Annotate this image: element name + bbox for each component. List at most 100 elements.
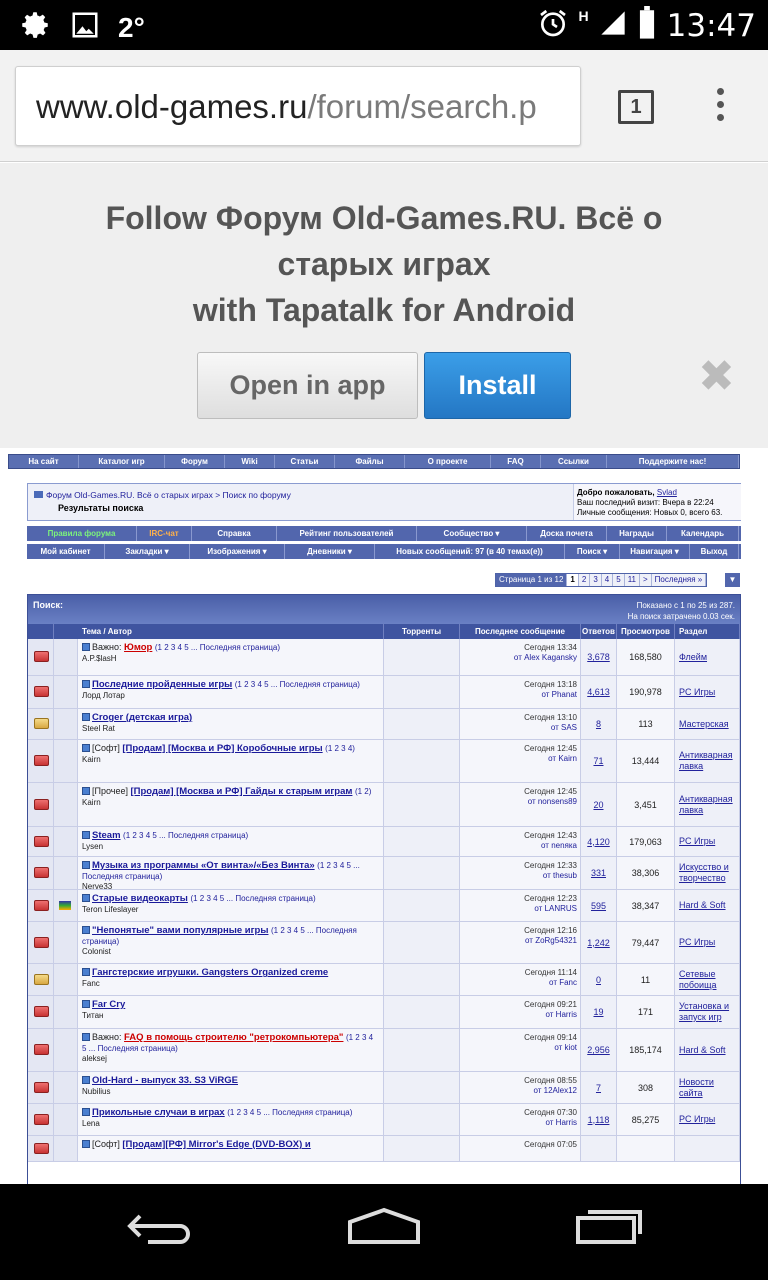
user-nav-item-3[interactable]: Дневники ▾ bbox=[285, 544, 375, 559]
thread-pages[interactable]: (1 2 3 4 5 ... Последняя страница) bbox=[235, 680, 360, 689]
topnav-item-0[interactable]: На сайт bbox=[9, 455, 79, 468]
replies-link[interactable]: 20 bbox=[581, 783, 617, 826]
thread-pages[interactable]: (1 2) bbox=[355, 787, 371, 796]
replies-link[interactable]: 71 bbox=[581, 740, 617, 782]
thread-title-link[interactable]: Croger (детская игра) bbox=[92, 712, 192, 723]
topnav-item-3[interactable]: Wiki bbox=[225, 455, 275, 468]
user-nav-item-1[interactable]: Закладки ▾ bbox=[105, 544, 190, 559]
thread-pages[interactable]: (1 2 3 4 5 ... Последняя страница) bbox=[227, 1108, 352, 1117]
pager-page[interactable]: 4 bbox=[601, 574, 614, 586]
thread-pages[interactable]: (1 2 3 4 5 ... Последняя страница) bbox=[155, 643, 280, 652]
section-link[interactable]: Мастерская bbox=[675, 709, 740, 739]
last-poster-link[interactable]: от Kairn bbox=[460, 754, 577, 764]
thread-title-link[interactable]: Old-Hard - выпуск 33. S3 ViRGE bbox=[92, 1075, 238, 1086]
section-link[interactable]: Установка и запуск игр bbox=[675, 996, 740, 1028]
replies-link[interactable]: 595 bbox=[581, 890, 617, 921]
thread-title-link[interactable]: Старые видеокарты bbox=[92, 893, 188, 904]
section-link[interactable]: Hard & Soft bbox=[675, 890, 740, 921]
forum-nav-item-7[interactable]: Календарь bbox=[667, 526, 739, 541]
thread-author[interactable]: Kairn bbox=[82, 755, 379, 764]
tab-switcher-button[interactable]: 1 bbox=[618, 90, 654, 124]
topnav-item-6[interactable]: О проекте bbox=[405, 455, 491, 468]
thread-title-link[interactable]: [Продам][РФ] Mirror's Edge (DVD-BOX) и bbox=[122, 1139, 310, 1150]
replies-link[interactable]: 2,956 bbox=[581, 1029, 617, 1071]
pager-page[interactable]: 3 bbox=[590, 574, 602, 586]
url-bar[interactable]: www.old-games.ru/forum/search.p bbox=[15, 66, 581, 146]
pager-page[interactable]: Последняя » bbox=[651, 574, 707, 586]
user-nav-item-5[interactable]: Поиск ▾ bbox=[565, 544, 620, 559]
last-poster-link[interactable]: от Harris bbox=[460, 1010, 578, 1020]
thread-title-link[interactable]: Прикольные случаи в играх bbox=[92, 1107, 225, 1118]
replies-link[interactable] bbox=[581, 1136, 617, 1161]
recent-apps-icon[interactable] bbox=[574, 1206, 646, 1251]
thread-pages[interactable]: (1 2 3 4) bbox=[325, 744, 355, 753]
section-link[interactable]: PC Игры bbox=[675, 922, 740, 963]
thread-author[interactable]: Титан bbox=[82, 1011, 379, 1020]
last-poster-link[interactable]: от nenяка bbox=[460, 841, 577, 851]
last-poster-link[interactable]: от Fanc bbox=[460, 978, 577, 988]
forum-nav-item-3[interactable]: Рейтинг пользователей bbox=[277, 526, 417, 541]
pager-page[interactable]: 5 bbox=[613, 574, 625, 586]
last-poster-link[interactable]: от Phanat bbox=[460, 690, 577, 700]
user-nav-item-7[interactable]: Выход bbox=[690, 544, 739, 559]
section-link[interactable]: Антикварная лавка bbox=[675, 783, 740, 826]
thread-author[interactable]: Teron Lifeslayer bbox=[82, 905, 379, 914]
thread-title-link[interactable]: Гангстерские игрушки. Gangsters Organize… bbox=[92, 967, 328, 978]
last-poster-link[interactable]: от SAS bbox=[460, 723, 577, 733]
thread-author[interactable]: Fanc bbox=[82, 979, 379, 988]
thread-author[interactable]: Лорд Лотар bbox=[82, 691, 379, 700]
thread-title-link[interactable]: Музыка из программы «От винта»/«Без Винт… bbox=[92, 860, 315, 871]
last-poster-link[interactable]: от Harris bbox=[460, 1118, 578, 1128]
replies-link[interactable]: 19 bbox=[581, 996, 617, 1028]
user-nav-item-6[interactable]: Навигация ▾ bbox=[620, 544, 690, 559]
section-link[interactable] bbox=[675, 1136, 740, 1161]
section-link[interactable]: Антикварная лавка bbox=[675, 740, 740, 782]
breadcrumb[interactable]: Форум Old-Games.RU. Всё о старых играх >… bbox=[34, 490, 291, 500]
thread-author[interactable]: aleksej bbox=[82, 1054, 379, 1063]
last-poster-link[interactable]: от nonsens89 bbox=[460, 797, 577, 807]
topnav-item-1[interactable]: Каталог игр bbox=[79, 455, 165, 468]
forum-nav-item-6[interactable]: Награды bbox=[607, 526, 667, 541]
last-poster-link[interactable]: от LANRUS bbox=[460, 904, 577, 914]
user-link[interactable]: Svlad bbox=[657, 488, 677, 497]
thread-title-link[interactable]: [Продам] [Москва и РФ] Гайды к старым иг… bbox=[131, 786, 353, 797]
close-icon[interactable]: ✖ bbox=[698, 355, 735, 399]
forum-nav-item-4[interactable]: Сообщество ▾ bbox=[417, 526, 527, 541]
replies-link[interactable]: 1,118 bbox=[581, 1104, 617, 1135]
pager-page[interactable]: 2 bbox=[578, 574, 591, 586]
last-poster-link[interactable]: от Alex Kagansky bbox=[460, 653, 577, 663]
thread-author[interactable]: Kairn bbox=[82, 798, 379, 807]
forum-nav-item-2[interactable]: Справка bbox=[192, 526, 277, 541]
section-link[interactable]: Сетевые побоища bbox=[675, 964, 740, 995]
overflow-menu-icon[interactable] bbox=[716, 88, 726, 127]
topnav-item-9[interactable]: Поддержите нас! bbox=[607, 455, 739, 468]
thread-author[interactable]: Lysen bbox=[82, 842, 379, 851]
back-icon[interactable] bbox=[126, 1206, 194, 1251]
forum-nav-item-5[interactable]: Доска почета bbox=[527, 526, 607, 541]
section-link[interactable]: PC Игры bbox=[675, 676, 740, 708]
thread-pages[interactable]: (1 2 3 4 5 ... Последняя страница) bbox=[123, 831, 248, 840]
replies-link[interactable]: 331 bbox=[581, 857, 617, 889]
replies-link[interactable]: 3,678 bbox=[581, 639, 617, 675]
replies-link[interactable]: 7 bbox=[581, 1072, 617, 1103]
last-poster-link[interactable]: от ZoRg54321 bbox=[460, 936, 577, 946]
last-poster-link[interactable]: от kiot bbox=[460, 1043, 577, 1053]
topnav-item-4[interactable]: Статьи bbox=[275, 455, 335, 468]
thread-title-link[interactable]: Последние пройденные игры bbox=[92, 679, 232, 690]
pager-page[interactable]: > bbox=[640, 574, 652, 586]
pm-link[interactable]: Личные сообщения: Новых 0, всего 63. bbox=[577, 508, 738, 518]
install-button[interactable]: Install bbox=[424, 352, 571, 419]
thread-title-link[interactable]: FAQ в помощь строителю "ретрокомпьютера" bbox=[124, 1032, 343, 1043]
thread-title-link[interactable]: [Продам] [Москва и РФ] Коробочные игры bbox=[122, 743, 322, 754]
forum-nav-item-0[interactable]: Правила форума bbox=[27, 526, 137, 541]
topnav-item-7[interactable]: FAQ bbox=[491, 455, 541, 468]
replies-link[interactable]: 4,613 bbox=[581, 676, 617, 708]
section-link[interactable]: PC Игры bbox=[675, 1104, 740, 1135]
replies-link[interactable]: 8 bbox=[581, 709, 617, 739]
thread-author[interactable]: Colonist bbox=[82, 947, 379, 956]
section-link[interactable]: Новости сайта bbox=[675, 1072, 740, 1103]
topnav-item-2[interactable]: Форум bbox=[165, 455, 225, 468]
last-poster-link[interactable]: от thesub bbox=[460, 871, 577, 881]
thread-author[interactable]: A.P.$lasH bbox=[82, 654, 379, 663]
replies-link[interactable]: 4,120 bbox=[581, 827, 617, 856]
